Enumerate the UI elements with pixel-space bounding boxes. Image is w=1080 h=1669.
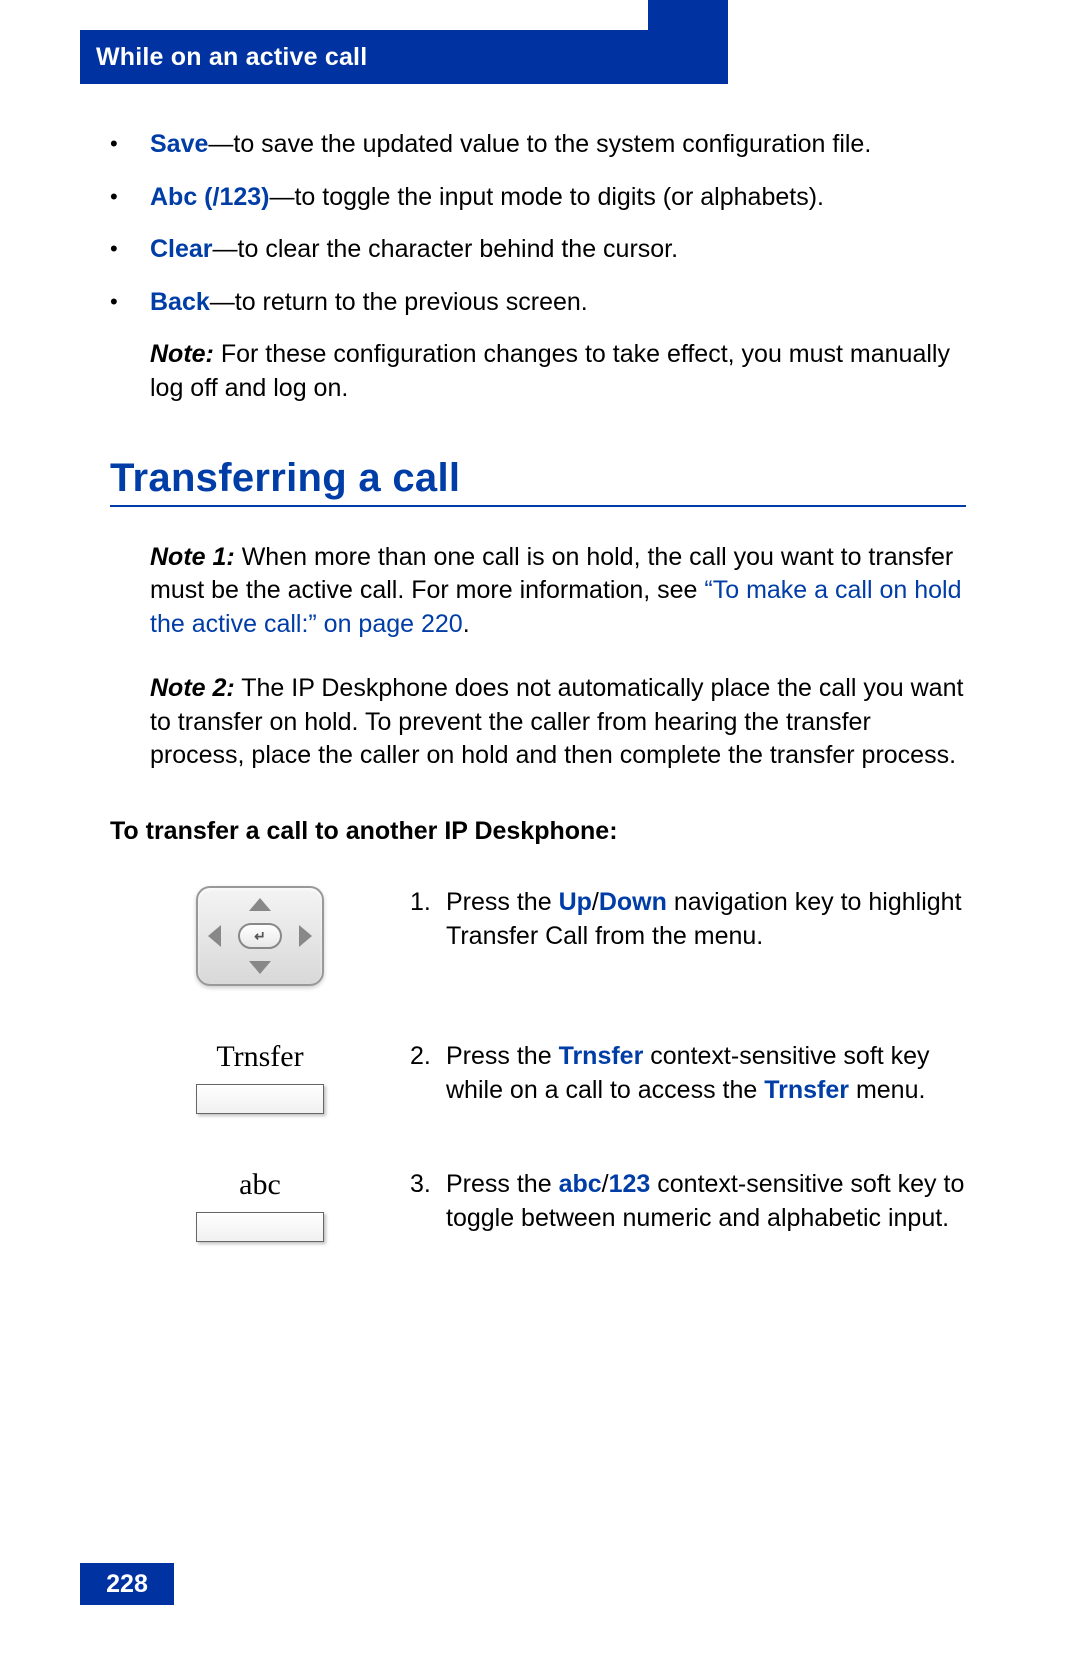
note-label: Note 2: bbox=[150, 674, 235, 702]
bullet-text: Clear—to clear the character behind the … bbox=[150, 233, 966, 266]
config-note: Note: For these configuration changes to… bbox=[150, 338, 966, 406]
bullet-keyword: Back bbox=[150, 288, 210, 316]
step-row: ↵ 1. Press the Up/Down navigation key to… bbox=[110, 886, 966, 986]
bullet-item: • Save—to save the updated value to the … bbox=[110, 128, 966, 161]
step-number: 1. bbox=[410, 886, 446, 954]
bullet-desc: —to return to the previous screen. bbox=[210, 288, 588, 316]
content-area: • Save—to save the updated value to the … bbox=[110, 110, 966, 1296]
bullet-text: Save—to save the updated value to the sy… bbox=[150, 128, 966, 161]
arrow-down-icon bbox=[249, 961, 271, 974]
enter-key-icon: ↵ bbox=[238, 923, 282, 949]
bullet-keyword: Save bbox=[150, 130, 208, 158]
bullet-item: • Abc (/123)—to toggle the input mode to… bbox=[110, 181, 966, 214]
step-number: 2. bbox=[410, 1040, 446, 1108]
keyword: Trnsfer bbox=[764, 1076, 849, 1104]
step-row: Trnsfer 2. Press the Trnsfer context-sen… bbox=[110, 1040, 966, 1114]
step-icon-cell: abc bbox=[110, 1168, 410, 1242]
bullet-marker: • bbox=[110, 233, 150, 264]
softkey-label: Trnsfer bbox=[216, 1040, 303, 1074]
bullet-text: Back—to return to the previous screen. bbox=[150, 286, 966, 319]
arrow-right-icon bbox=[299, 925, 312, 947]
note2-text: The IP Deskphone does not automatically … bbox=[150, 674, 963, 770]
softkey-label: abc bbox=[239, 1168, 281, 1202]
note1-post: . bbox=[463, 610, 470, 638]
note-label: Note: bbox=[150, 340, 214, 368]
bullet-item: • Clear—to clear the character behind th… bbox=[110, 233, 966, 266]
bullet-item: • Back—to return to the previous screen. bbox=[110, 286, 966, 319]
note-text: For these configuration changes to take … bbox=[150, 340, 950, 402]
note-label: Note 1: bbox=[150, 543, 235, 571]
step-text: 1. Press the Up/Down navigation key to h… bbox=[410, 886, 966, 954]
keyword: Down bbox=[599, 888, 667, 916]
header-accent-bar bbox=[648, 0, 728, 30]
step-row: abc 3. Press the abc/123 context-sensiti… bbox=[110, 1168, 966, 1242]
step-body: Press the Up/Down navigation key to high… bbox=[446, 886, 966, 954]
softkey-icon: Trnsfer bbox=[196, 1040, 324, 1114]
keyword: abc bbox=[559, 1170, 602, 1198]
page: While on an active call • Save—to save t… bbox=[0, 0, 1080, 1669]
bullet-marker: • bbox=[110, 128, 150, 159]
softkey-button-icon bbox=[196, 1212, 324, 1242]
header-title: While on an active call bbox=[96, 43, 367, 72]
softkey-button-icon bbox=[196, 1084, 324, 1114]
keyword: Trnsfer bbox=[559, 1042, 644, 1070]
step-body: Press the Trnsfer context-sensitive soft… bbox=[446, 1040, 966, 1108]
header-band: While on an active call bbox=[80, 30, 728, 84]
step-number: 3. bbox=[410, 1168, 446, 1236]
keyword: 123 bbox=[609, 1170, 651, 1198]
procedure-heading: To transfer a call to another IP Deskpho… bbox=[110, 817, 966, 846]
page-number: 228 bbox=[80, 1563, 174, 1605]
step-body: Press the abc/123 context-sensitive soft… bbox=[446, 1168, 966, 1236]
bullet-keyword: Abc (/123) bbox=[150, 183, 269, 211]
step-text: 2. Press the Trnsfer context-sensitive s… bbox=[410, 1040, 966, 1108]
section-heading: Transferring a call bbox=[110, 456, 966, 507]
bullet-text: Abc (/123)—to toggle the input mode to d… bbox=[150, 181, 966, 214]
arrow-up-icon bbox=[249, 898, 271, 911]
arrow-left-icon bbox=[208, 925, 221, 947]
bullet-marker: • bbox=[110, 286, 150, 317]
softkey-icon: abc bbox=[196, 1168, 324, 1242]
navigation-pad-icon: ↵ bbox=[196, 886, 324, 986]
bullet-keyword: Clear bbox=[150, 235, 213, 263]
note-1: Note 1: When more than one call is on ho… bbox=[150, 541, 966, 642]
step-text: 3. Press the abc/123 context-sensitive s… bbox=[410, 1168, 966, 1236]
bullet-desc: —to save the updated value to the system… bbox=[208, 130, 871, 158]
bullet-desc: —to toggle the input mode to digits (or … bbox=[269, 183, 824, 211]
bullet-desc: —to clear the character behind the curso… bbox=[213, 235, 679, 263]
note-2: Note 2: The IP Deskphone does not automa… bbox=[150, 672, 966, 773]
step-icon-cell: Trnsfer bbox=[110, 1040, 410, 1114]
bullet-list: • Save—to save the updated value to the … bbox=[110, 128, 966, 318]
step-icon-cell: ↵ bbox=[110, 886, 410, 986]
keyword: Up bbox=[559, 888, 592, 916]
steps-list: ↵ 1. Press the Up/Down navigation key to… bbox=[110, 886, 966, 1242]
bullet-marker: • bbox=[110, 181, 150, 212]
